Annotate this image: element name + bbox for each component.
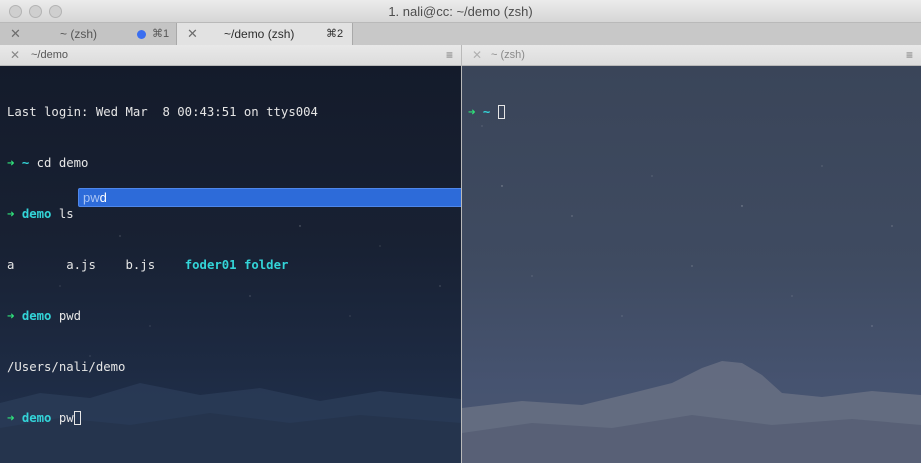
tab-shortcut: ⌘2	[326, 28, 344, 40]
prompt-cwd: demo	[21, 309, 52, 323]
background-half-dome	[462, 361, 921, 463]
tab-bar: ✕ ~ (zsh) ⌘1 ✕ ~/demo (zsh) ⌘2	[0, 23, 921, 45]
prompt-arrow-icon: ➜	[7, 156, 15, 170]
hamburger-menu-icon[interactable]: ≡	[906, 48, 913, 62]
suggestion-typed-part: pw	[83, 190, 100, 205]
tab-label: ~/demo (zsh)	[224, 27, 295, 41]
pane-title: ~/demo	[31, 49, 68, 61]
close-tab-icon[interactable]: ✕	[187, 26, 198, 42]
pane-header-left[interactable]: ✕ ~/demo ≡	[0, 45, 461, 66]
tab-demo[interactable]: ✕ ~/demo (zsh) ⌘2	[177, 23, 353, 45]
autocomplete-suggestion[interactable]: pwd	[78, 188, 461, 207]
prompt-cwd: demo	[21, 207, 52, 221]
hamburger-menu-icon[interactable]: ≡	[446, 48, 453, 62]
prompt-line: ➜ ~ cd demo	[7, 155, 318, 172]
tab-label: ~ (zsh)	[60, 27, 98, 41]
file-entry: b.js	[125, 258, 156, 272]
activity-dot-icon	[137, 30, 146, 39]
text-cursor	[497, 105, 505, 119]
command-text: ls	[58, 207, 74, 221]
prompt-cwd: ~	[482, 105, 491, 119]
title-bar: 1. nali@cc: ~/demo (zsh)	[0, 0, 921, 23]
tab-zsh-home[interactable]: ✕ ~ (zsh) ⌘1	[0, 23, 177, 45]
terminal-output-left: Last login: Wed Mar 8 00:43:51 on ttys00…	[7, 70, 318, 461]
terminal-output-right[interactable]: ➜ ~	[468, 70, 505, 155]
terminal-pane-right[interactable]: ➜ ~	[462, 66, 921, 463]
command-text: pwd	[58, 309, 82, 323]
text-cursor	[73, 411, 81, 425]
close-pane-icon[interactable]: ✕	[472, 48, 482, 62]
prompt-cwd: demo	[21, 411, 52, 425]
suggestion-completion-part: d	[99, 190, 107, 205]
directory-entry: foder01	[184, 258, 237, 272]
terminal-pane-left[interactable]: Last login: Wed Mar 8 00:43:51 on ttys00…	[0, 66, 461, 463]
ls-output: a a.js b.js foder01 folder	[7, 257, 318, 274]
command-text: cd demo	[36, 156, 89, 170]
current-prompt-line[interactable]: ➜ ~	[468, 104, 505, 121]
file-entry: a	[7, 258, 15, 272]
prompt-line: ➜ demo ls	[7, 206, 318, 223]
prompt-line: ➜ demo pwd	[7, 308, 318, 325]
window-title: 1. nali@cc: ~/demo (zsh)	[388, 4, 533, 19]
pane-header-right[interactable]: ✕ ~ (zsh) ≡	[462, 45, 921, 66]
prompt-arrow-icon: ➜	[7, 207, 15, 221]
prompt-arrow-icon: ➜	[468, 105, 476, 119]
tab-bar-empty-area[interactable]	[353, 23, 921, 45]
prompt-arrow-icon: ➜	[7, 309, 15, 323]
directory-entry: folder	[243, 258, 289, 272]
prompt-cwd: ~	[21, 156, 30, 170]
tab-shortcut: ⌘1	[152, 28, 170, 40]
prompt-arrow-icon: ➜	[7, 411, 15, 425]
close-pane-icon[interactable]: ✕	[10, 48, 20, 62]
file-entry: a.js	[66, 258, 96, 272]
current-prompt-line[interactable]: ➜ demo pw	[7, 410, 318, 427]
command-input[interactable]: pw	[59, 411, 74, 425]
pane-title: ~ (zsh)	[491, 49, 525, 61]
login-line: Last login: Wed Mar 8 00:43:51 on ttys00…	[7, 105, 318, 119]
close-tab-icon[interactable]: ✕	[10, 26, 21, 42]
pwd-output: /Users/nali/demo	[7, 360, 126, 374]
